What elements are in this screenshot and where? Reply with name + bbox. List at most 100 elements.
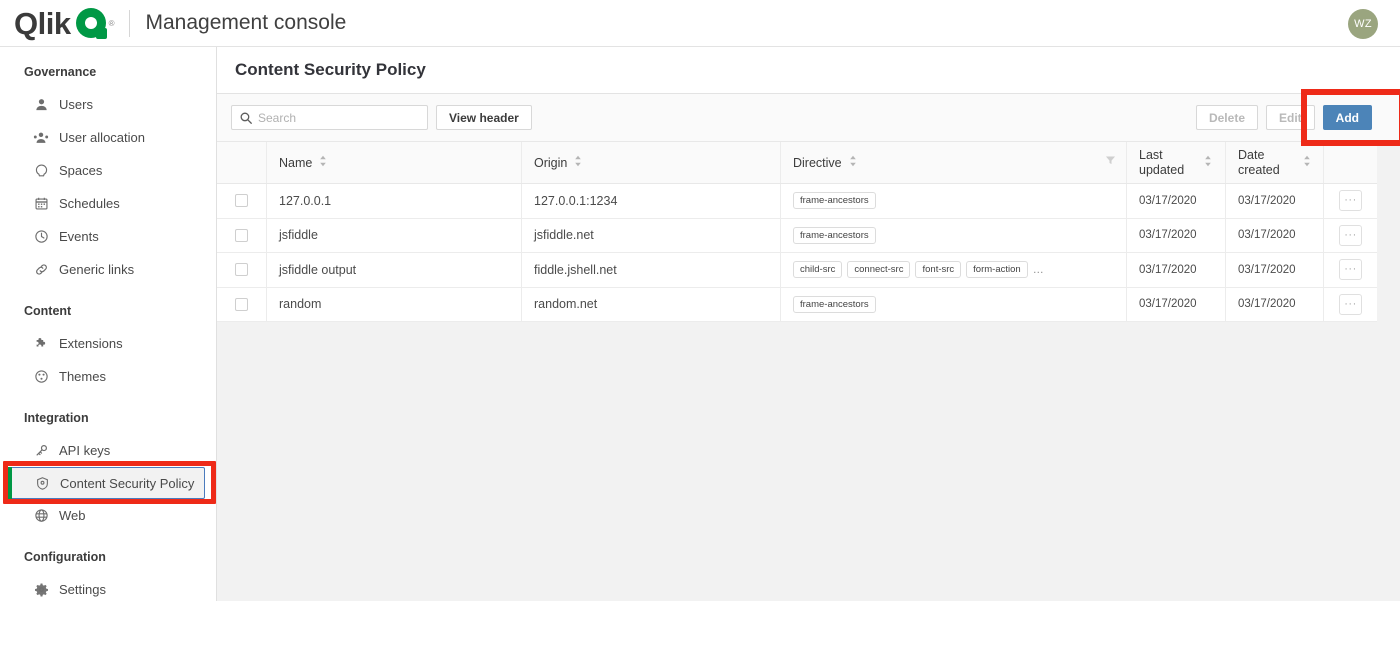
cell-name: jsfiddle output xyxy=(267,253,522,287)
directive-tag: frame-ancestors xyxy=(793,296,876,313)
management-console-window: Qlik ® Management console WZ Governance … xyxy=(0,0,1400,649)
header-name[interactable]: Name xyxy=(267,142,522,183)
edit-button[interactable]: Edit xyxy=(1266,105,1315,130)
header-label: Directive xyxy=(793,156,842,170)
row-select-cell xyxy=(217,184,267,218)
table-header-row: Name Origin xyxy=(217,142,1377,184)
cell-actions: ··· xyxy=(1324,219,1377,253)
sort-icon[interactable] xyxy=(1204,155,1212,170)
sidebar-item-user-allocation[interactable]: User allocation xyxy=(0,121,216,154)
clock-icon xyxy=(33,229,49,245)
add-button[interactable]: Add xyxy=(1323,105,1372,130)
row-select-cell xyxy=(217,219,267,253)
table-row[interactable]: randomrandom.netframe-ancestors03/17/202… xyxy=(217,288,1377,323)
spaces-icon xyxy=(33,163,49,179)
sidebar-item-settings[interactable]: Settings xyxy=(0,573,216,606)
globe-icon xyxy=(33,508,49,524)
row-checkbox[interactable] xyxy=(235,194,248,207)
sidebar-item-generic-links[interactable]: Generic links xyxy=(0,253,216,286)
toolbar: View header Delete Edit Add xyxy=(217,94,1400,142)
delete-button[interactable]: Delete xyxy=(1196,105,1258,130)
qlik-logo[interactable]: Qlik ® xyxy=(14,8,115,39)
sidebar-item-events[interactable]: Events xyxy=(0,220,216,253)
table-row[interactable]: 127.0.0.1127.0.0.1:1234frame-ancestors03… xyxy=(217,184,1377,219)
header-directive[interactable]: Directive xyxy=(781,142,1127,183)
avatar[interactable]: WZ xyxy=(1348,9,1378,39)
cell-date-created: 03/17/2020 xyxy=(1226,219,1324,253)
table-row[interactable]: jsfiddlejsfiddle.netframe-ancestors03/17… xyxy=(217,219,1377,254)
nav-group-label: Configuration xyxy=(0,550,216,564)
cell-origin: random.net xyxy=(522,288,781,322)
sidebar-item-spaces[interactable]: Spaces xyxy=(0,154,216,187)
sidebar-item-api-keys[interactable]: API keys xyxy=(0,434,216,467)
header-select-column xyxy=(217,142,267,183)
cell-name: 127.0.0.1 xyxy=(267,184,522,218)
cell-origin: jsfiddle.net xyxy=(522,219,781,253)
search-input[interactable] xyxy=(258,111,418,125)
sidebar-item-label: Settings xyxy=(59,582,106,597)
row-overflow-menu-button[interactable]: ··· xyxy=(1339,190,1362,211)
row-overflow-menu-button[interactable]: ··· xyxy=(1339,294,1362,315)
main-content: Content Security Policy View header Dele… xyxy=(217,47,1400,601)
header-origin[interactable]: Origin xyxy=(522,142,781,183)
row-checkbox[interactable] xyxy=(235,263,248,276)
sort-icon[interactable] xyxy=(1303,155,1311,170)
sidebar-item-label: API keys xyxy=(59,443,110,458)
table-row[interactable]: jsfiddle outputfiddle.jshell.netchild-sr… xyxy=(217,253,1377,288)
sidebar-item-schedules[interactable]: Schedules xyxy=(0,187,216,220)
sort-icon[interactable] xyxy=(849,155,857,170)
toolbar-actions: Delete Edit Add xyxy=(1196,105,1386,130)
row-overflow-menu-button[interactable]: ··· xyxy=(1339,225,1362,246)
row-select-cell xyxy=(217,253,267,287)
sort-icon[interactable] xyxy=(319,155,327,170)
cell-directives: child-srcconnect-srcfont-srcform-action… xyxy=(781,253,1127,287)
directive-overflow-indicator[interactable]: … xyxy=(1033,264,1045,276)
sidebar-item-extensions[interactable]: Extensions xyxy=(0,327,216,360)
filter-icon[interactable] xyxy=(1105,155,1116,169)
header-date-created[interactable]: Date created xyxy=(1226,142,1324,183)
directive-tag: frame-ancestors xyxy=(793,192,876,209)
sidebar-item-label: Extensions xyxy=(59,336,123,351)
search-box[interactable] xyxy=(231,105,428,130)
qlik-q-logo-icon xyxy=(76,8,106,38)
cell-directives: frame-ancestors xyxy=(781,288,1127,322)
nav-group-label: Governance xyxy=(0,65,216,79)
nav-group-governance: Governance Users User allocation Spaces xyxy=(0,65,216,286)
cell-date-created: 03/17/2020 xyxy=(1226,253,1324,287)
header-label: Origin xyxy=(534,156,567,170)
header-label: Name xyxy=(279,156,312,170)
puzzle-icon xyxy=(33,336,49,352)
sidebar-item-label: Themes xyxy=(59,369,106,384)
header-label: Last updated xyxy=(1139,148,1197,177)
top-bar: Qlik ® Management console WZ xyxy=(0,0,1400,47)
sidebar-item-users[interactable]: Users xyxy=(0,88,216,121)
header-label: Date created xyxy=(1238,148,1296,177)
sidebar-item-themes[interactable]: Themes xyxy=(0,360,216,393)
cell-actions: ··· xyxy=(1324,184,1377,218)
csp-table: Name Origin xyxy=(217,142,1377,322)
nav-group-content: Content Extensions Themes xyxy=(0,304,216,393)
search-icon xyxy=(239,111,253,130)
cell-name: random xyxy=(267,288,522,322)
sidebar-item-content-security-policy[interactable]: Content Security Policy xyxy=(8,467,205,499)
header-last-updated[interactable]: Last updated xyxy=(1127,142,1226,183)
registered-mark: ® xyxy=(109,19,115,28)
cell-last-updated: 03/17/2020 xyxy=(1127,253,1226,287)
sort-icon[interactable] xyxy=(574,155,582,170)
row-checkbox[interactable] xyxy=(235,298,248,311)
cell-directives: frame-ancestors xyxy=(781,219,1127,253)
users-group-icon xyxy=(33,130,49,146)
nav-group-label: Content xyxy=(0,304,216,318)
cell-last-updated: 03/17/2020 xyxy=(1127,219,1226,253)
sidebar-item-label: Spaces xyxy=(59,163,102,178)
sidebar-item-label: Generic links xyxy=(59,262,134,277)
logo-wordmark: Qlik xyxy=(14,8,71,39)
cell-directives: frame-ancestors xyxy=(781,184,1127,218)
view-header-button[interactable]: View header xyxy=(436,105,532,130)
cell-actions: ··· xyxy=(1324,288,1377,322)
row-overflow-menu-button[interactable]: ··· xyxy=(1339,259,1362,280)
sidebar-item-web[interactable]: Web xyxy=(0,499,216,532)
row-checkbox[interactable] xyxy=(235,229,248,242)
directive-tag: font-src xyxy=(915,261,961,278)
nav-group-label: Integration xyxy=(0,411,216,425)
